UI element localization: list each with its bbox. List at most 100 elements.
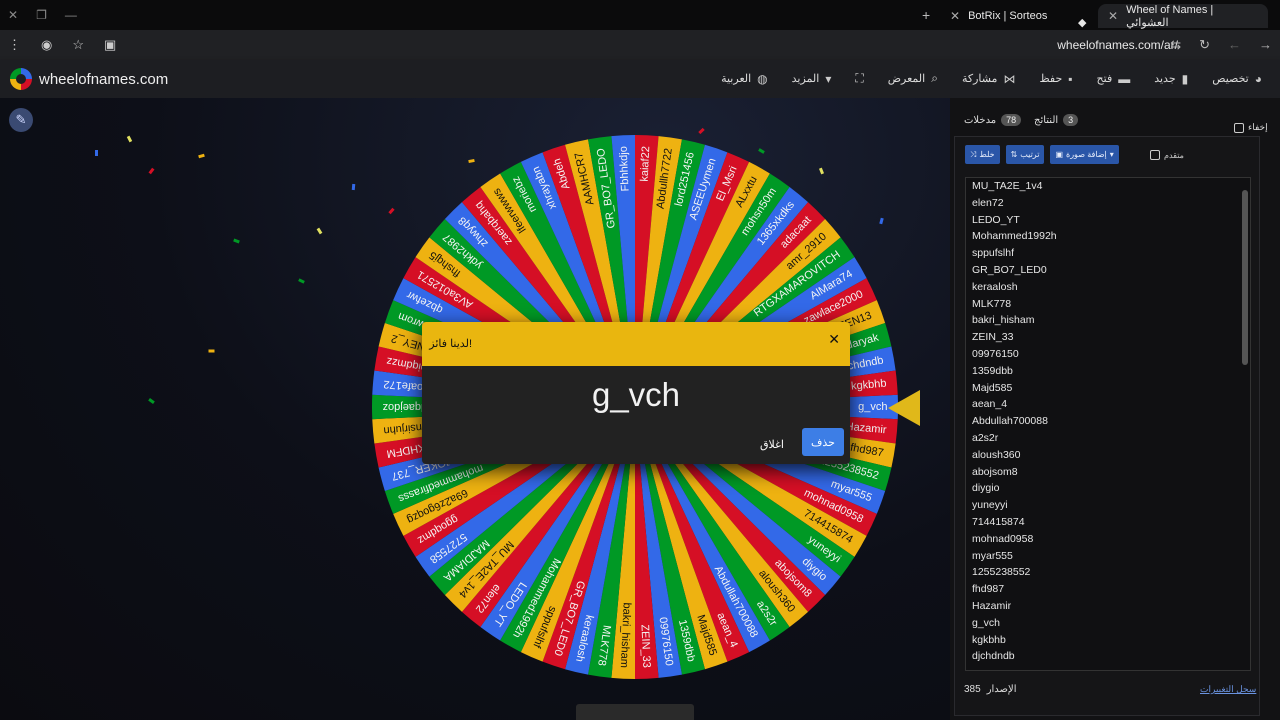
tab-results[interactable]: النتائج 3: [1034, 114, 1079, 126]
list-item: 1359dbb: [972, 364, 1013, 377]
close-tab-icon[interactable]: ✕: [950, 9, 960, 23]
share-icon: ⋈: [1003, 71, 1016, 86]
brand-name[interactable]: wheelofnames.com: [39, 71, 168, 88]
list-item: GR_BO7_LED0: [972, 263, 1047, 276]
list-item: yuneyyi: [972, 499, 1008, 512]
winner-name: g_vch: [591, 376, 681, 413]
window-controls: ✕ ❐ —: [0, 8, 77, 22]
shuffle-button[interactable]: ⤨ خلط: [965, 145, 1000, 164]
menu-item-8[interactable]: ◍ العربية: [721, 71, 768, 86]
sort-label: ترتيب: [1020, 150, 1040, 159]
list-item: 09976150: [972, 347, 1019, 360]
reload-icon[interactable]: ↻: [1199, 37, 1210, 53]
address-bar: ⋮ ◉ ☆ ▣ wheelofnames.com/ar/ ⇆ ↻ ← →: [0, 30, 1280, 60]
confetti-piece: [698, 127, 705, 135]
list-item: MU_TA2E_1v4: [972, 180, 1043, 192]
scrollbar[interactable]: [1242, 180, 1248, 668]
edit-pencil-icon[interactable]: ✎: [9, 108, 33, 132]
confetti-piece: [148, 398, 155, 404]
panel-tabs: مدخلات 78 النتائج 3 إخفاء: [964, 106, 1268, 140]
tab-botrix[interactable]: ✕ BotRix | Sorteos: [940, 4, 1085, 28]
bottom-toast: [576, 704, 694, 720]
list-item: aean_4: [972, 398, 1008, 411]
list-item: ZEIN_33: [972, 331, 1014, 344]
menu-item-0[interactable]: ◕ تخصيص: [1212, 71, 1262, 86]
hide-toggle[interactable]: إخفاء: [1234, 122, 1268, 133]
list-item: g_vch: [972, 616, 1001, 629]
wheel-slice-label: kaiaf22: [639, 146, 653, 182]
tab-entries-label: مدخلات: [964, 114, 997, 126]
tab-title: BotRix | Sorteos: [968, 10, 1048, 22]
list-item: a2s2r: [972, 431, 999, 444]
menu-item-6[interactable]: ⛶: [855, 71, 863, 86]
list-item: elen72: [972, 196, 1004, 209]
save-icon: ▪: [1068, 71, 1073, 86]
menu-item-label: حفظ: [1039, 73, 1063, 85]
entries-textarea[interactable]: MU_TA2E_1v4 elen72 LEDO_YT Mohammed1992h spp…: [965, 177, 1251, 671]
site-settings-icon[interactable]: ⇆: [1170, 37, 1181, 53]
list-item: MLK778: [972, 297, 1012, 310]
list-item: aloush360: [972, 448, 1021, 461]
dialog-title: لدينا فائز!: [429, 338, 472, 350]
confetti-piece: [351, 183, 356, 191]
advanced-toggle[interactable]: متقدم: [1150, 150, 1184, 160]
remove-button[interactable]: حذف: [802, 428, 844, 456]
checkbox[interactable]: [1234, 122, 1244, 133]
tab-wheel-of-names[interactable]: ✕ Wheel of Names | العشوائي: [1098, 4, 1268, 29]
account-icon[interactable]: ◉: [41, 37, 52, 53]
url-field[interactable]: wheelofnames.com/ar/: [1057, 38, 1178, 52]
confetti-piece: [298, 278, 305, 284]
menu-item-4[interactable]: ⋈ مشاركة: [962, 71, 1016, 86]
list-item: Mohammed1992h: [972, 230, 1057, 243]
list-item: Hazamir: [972, 599, 1012, 612]
list-item: keraalosh: [972, 280, 1018, 293]
side-panel: مدخلات 78 النتائج 3 إخفاء ⤨ خلط ⇅ ترتيب …: [950, 98, 1280, 720]
star-icon[interactable]: ☆: [72, 37, 84, 53]
checkbox[interactable]: [1150, 150, 1160, 160]
minimize-window-icon[interactable]: —: [65, 8, 77, 22]
list-item: bakri_hisham: [972, 314, 1035, 327]
menu-item-label: جديد: [1154, 73, 1176, 85]
advanced-label: متقدم: [1164, 150, 1184, 160]
add-image-button[interactable]: ▣ إضافة صورة ▾: [1050, 145, 1119, 164]
list-item: myar555: [972, 549, 1013, 562]
list-item: djchdndb: [972, 650, 1015, 663]
forward-icon[interactable]: →: [1259, 37, 1272, 53]
reading-list-icon[interactable]: ▣: [104, 37, 116, 53]
confetti-piece: [233, 238, 240, 244]
shuffle-icon: ⤨: [970, 149, 977, 159]
close-icon[interactable]: ✕: [828, 331, 840, 348]
close-button[interactable]: اغلاق: [760, 438, 784, 451]
menu-item-7[interactable]: ▾ المزيد: [792, 71, 832, 86]
new-tab-icon[interactable]: +: [922, 7, 930, 23]
sort-button[interactable]: ⇅ ترتيب: [1005, 145, 1045, 164]
caret-down-icon: ▾: [825, 71, 832, 86]
results-count-badge: 3: [1063, 114, 1079, 126]
menu-dots-icon[interactable]: ⋮: [8, 37, 21, 53]
close-window-icon[interactable]: ✕: [8, 8, 18, 22]
logo-icon[interactable]: [10, 68, 32, 90]
entries-toolbar: ⤨ خلط ⇅ ترتيب ▣ إضافة صورة ▾: [965, 145, 1119, 164]
list-item: abojsom8: [972, 465, 1018, 478]
entries-count-badge: 78: [1001, 114, 1022, 126]
back-icon[interactable]: ←: [1228, 37, 1241, 53]
shuffle-label: خلط: [979, 150, 995, 159]
tab-entries[interactable]: مدخلات 78: [964, 114, 1022, 126]
changelog-link[interactable]: سجل التغييرات: [1200, 684, 1256, 695]
menu-item-3[interactable]: ▪ حفظ: [1039, 71, 1072, 86]
folder-icon: ▬: [1118, 71, 1131, 86]
menu-item-5[interactable]: ⌕ المعرض: [888, 71, 938, 86]
menu-item-1[interactable]: ▮ جديد: [1154, 71, 1188, 86]
close-tab-icon[interactable]: ✕: [1108, 9, 1118, 23]
caret-down-icon: ▾: [1109, 150, 1114, 159]
restore-window-icon[interactable]: ❐: [36, 8, 47, 22]
menu-item-2[interactable]: ▬ فتح: [1097, 71, 1131, 86]
list-item: fhd987: [972, 583, 1005, 596]
list-item: diygio: [972, 482, 1000, 495]
confetti-piece: [198, 153, 205, 159]
palette-icon: ◕: [1254, 71, 1262, 86]
menu-item-label: المزيد: [791, 73, 820, 85]
scrollbar-thumb[interactable]: [1242, 190, 1248, 365]
winner-dialog: ✕ لدينا فائز! g_vch اغلاق حذف: [422, 322, 850, 464]
sort-icon: ⇅: [1010, 150, 1018, 159]
